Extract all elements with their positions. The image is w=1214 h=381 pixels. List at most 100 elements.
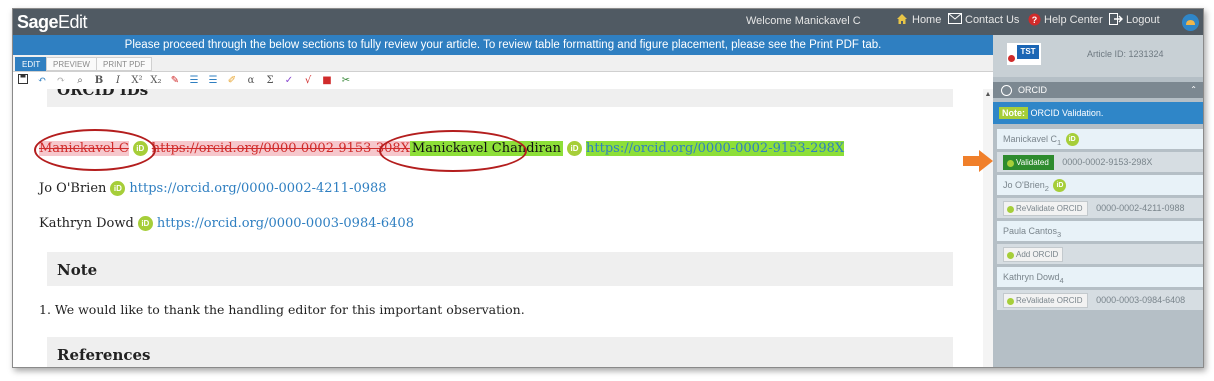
highlight-icon[interactable]: ✐ — [226, 75, 238, 86]
author-name: Jo O'Brien — [39, 181, 107, 196]
bullet-list-icon[interactable]: ☰ — [207, 75, 219, 86]
nav-help[interactable]: ? Help Center — [1027, 13, 1103, 27]
validated-button[interactable]: Validated — [1003, 155, 1054, 171]
nav-contact[interactable]: Contact Us — [948, 13, 1019, 27]
journal-logo-text: TST — [1017, 45, 1039, 59]
spellcheck-icon[interactable]: ✓ — [283, 75, 295, 86]
nav-home[interactable]: Home — [895, 13, 941, 27]
orcid-panel-icon — [1001, 85, 1012, 97]
bold-icon[interactable]: B — [93, 75, 105, 86]
panel-orcid-id: 0000-0002-4211-0988 — [1096, 203, 1185, 213]
orcid-id-icon: iD — [110, 181, 126, 196]
ordered-list-icon[interactable]: ☰ — [188, 75, 200, 86]
tab-preview[interactable]: PREVIEW — [46, 57, 97, 71]
italic-icon[interactable]: I — [112, 75, 124, 86]
orcid-panel-title: ORCID — [1018, 85, 1047, 95]
subscript-icon[interactable]: X₂ — [150, 75, 162, 86]
author-name-row: Manickavel C1 iD — [997, 129, 1203, 149]
orcid-entry[interactable]: Kathryn Dowd iD https://orcid.org/0000-0… — [39, 216, 414, 231]
nav-logout[interactable]: Logout — [1109, 13, 1160, 27]
note-section-heading: Note — [47, 252, 953, 286]
orcid-link[interactable]: https://orcid.org/0000-0003-0984-6408 — [157, 216, 414, 231]
logout-icon — [1109, 13, 1123, 27]
orcid-panel-header[interactable]: ORCID ⌃ — [993, 82, 1203, 98]
journal-logo-mark — [1008, 55, 1015, 62]
add-orcid-button[interactable]: Add ORCID — [1003, 247, 1064, 263]
undo-icon[interactable]: ↶ — [36, 75, 48, 86]
orcid-id-icon: iD — [1065, 133, 1079, 147]
clear-format-icon[interactable]: ✎ — [169, 75, 181, 86]
revalidate-orcid-button[interactable]: ReValidate ORCID — [1003, 293, 1088, 309]
author-action-row: ReValidate ORCID 0000-0002-4211-0988 — [997, 198, 1203, 218]
save-icon[interactable] — [17, 73, 29, 87]
superscript-icon[interactable]: X² — [131, 75, 143, 86]
status-dot-icon — [1007, 159, 1014, 167]
tab-print-pdf[interactable]: PRINT PDF — [96, 57, 153, 71]
author-sup: 2 — [1044, 183, 1049, 193]
nav-help-label: Help Center — [1044, 14, 1103, 26]
orcid-id-icon: iD — [1053, 179, 1067, 193]
note-message: ORCID Validation. — [1030, 108, 1104, 118]
nav-logout-label: Logout — [1126, 14, 1160, 26]
orcid-id-icon: iD — [137, 216, 153, 231]
nav-home-label: Home — [912, 14, 942, 26]
annotation-oval — [34, 129, 156, 171]
journal-logo: TST — [1007, 43, 1041, 65]
inserted-orcid-link[interactable]: https://orcid.org/0000-0002-9153-298X — [586, 141, 845, 156]
validated-label: Validated — [1016, 158, 1049, 168]
orcid-ids-heading-text: ORCID IDs — [57, 89, 149, 99]
author-action-row: Validated 0000-0002-9153-298X — [997, 152, 1203, 172]
author-name-row: Kathryn Dowd4 — [997, 267, 1203, 287]
app-logo: SageEdit — [17, 12, 88, 33]
editor-scrollbar[interactable]: ▲ — [983, 89, 993, 367]
panel-orcid-id: 0000-0002-9153-298X — [1062, 157, 1153, 167]
find-icon[interactable]: ⌕ — [74, 75, 86, 86]
orcid-entry[interactable]: Jo O'Brien iD https://orcid.org/0000-000… — [39, 181, 387, 196]
panel-author-name: Paula Cantos — [1003, 226, 1058, 236]
status-dot-icon — [1007, 205, 1014, 213]
redo-icon[interactable]: ↷ — [55, 75, 67, 86]
author-name-row: Paula Cantos3 — [997, 221, 1203, 241]
panel-author-name: Kathryn Dowd — [1003, 272, 1060, 282]
author-name-row: Jo O'Brien2 iD — [997, 175, 1203, 195]
instruction-banner: Please proceed through the below section… — [13, 35, 993, 55]
scroll-up-icon[interactable]: ▲ — [983, 91, 993, 98]
orcid-id-icon: iD — [567, 141, 583, 156]
chevron-up-icon[interactable]: ⌃ — [1190, 82, 1197, 98]
orcid-note: Note: ORCID Validation. — [993, 102, 1203, 124]
sigma-icon[interactable]: Σ — [264, 75, 276, 86]
deleted-orcid-link: https://orcid.org/0000-0002-9153-308X — [151, 141, 410, 156]
alpha-icon[interactable]: α — [245, 75, 257, 86]
editor-toolbar: ↶ ↷ ⌕ B I X² X₂ ✎ ☰ ☰ ✐ α Σ ✓ √ ■ ✂ — [13, 72, 993, 88]
note-label: Note: — [999, 107, 1028, 119]
status-dot-icon — [1007, 297, 1014, 305]
orcid-link[interactable]: https://orcid.org/0000-0002-4211-0988 — [129, 181, 386, 196]
panel-author-name: Jo O'Brien — [1003, 180, 1045, 190]
editor-tabs: EDIT PREVIEW PRINT PDF — [13, 55, 993, 72]
mail-icon — [948, 13, 962, 27]
author-action-row: Add ORCID — [997, 244, 1203, 264]
panel-author-name: Manickavel C — [1003, 134, 1058, 144]
revalidate-label: ReValidate ORCID — [1016, 204, 1083, 214]
cut-icon[interactable]: ✂ — [340, 75, 352, 86]
nav-contact-label: Contact Us — [965, 14, 1020, 26]
author-name: Kathryn Dowd — [39, 216, 134, 231]
note-heading-text: Note — [57, 261, 98, 279]
revalidate-label: ReValidate ORCID — [1016, 296, 1083, 306]
references-heading-text: References — [57, 346, 151, 364]
editor-content[interactable]: ORCID IDs Manickavel C iD https://orcid.… — [13, 89, 993, 367]
equation-icon[interactable]: √ — [302, 75, 314, 86]
revalidate-orcid-button[interactable]: ReValidate ORCID — [1003, 201, 1088, 217]
right-panel: TST Article ID: 1231324 ORCID ⌃ Note: OR… — [993, 35, 1203, 367]
tab-edit[interactable]: EDIT — [15, 57, 48, 71]
user-avatar-icon[interactable] — [1182, 14, 1199, 31]
status-dot-icon — [1007, 251, 1014, 259]
reference-icon[interactable]: ■ — [321, 75, 333, 86]
top-bar: SageEdit Welcome Manickavel C Home Conta… — [13, 9, 1203, 35]
annotation-oval — [379, 130, 527, 172]
note-text: 1. We would like to thank the handling e… — [39, 302, 525, 317]
article-id: Article ID: 1231324 — [1087, 49, 1164, 59]
add-orcid-label: Add ORCID — [1016, 250, 1059, 260]
app-window: SageEdit Welcome Manickavel C Home Conta… — [12, 8, 1204, 368]
orcid-ids-heading: ORCID IDs — [47, 89, 953, 107]
